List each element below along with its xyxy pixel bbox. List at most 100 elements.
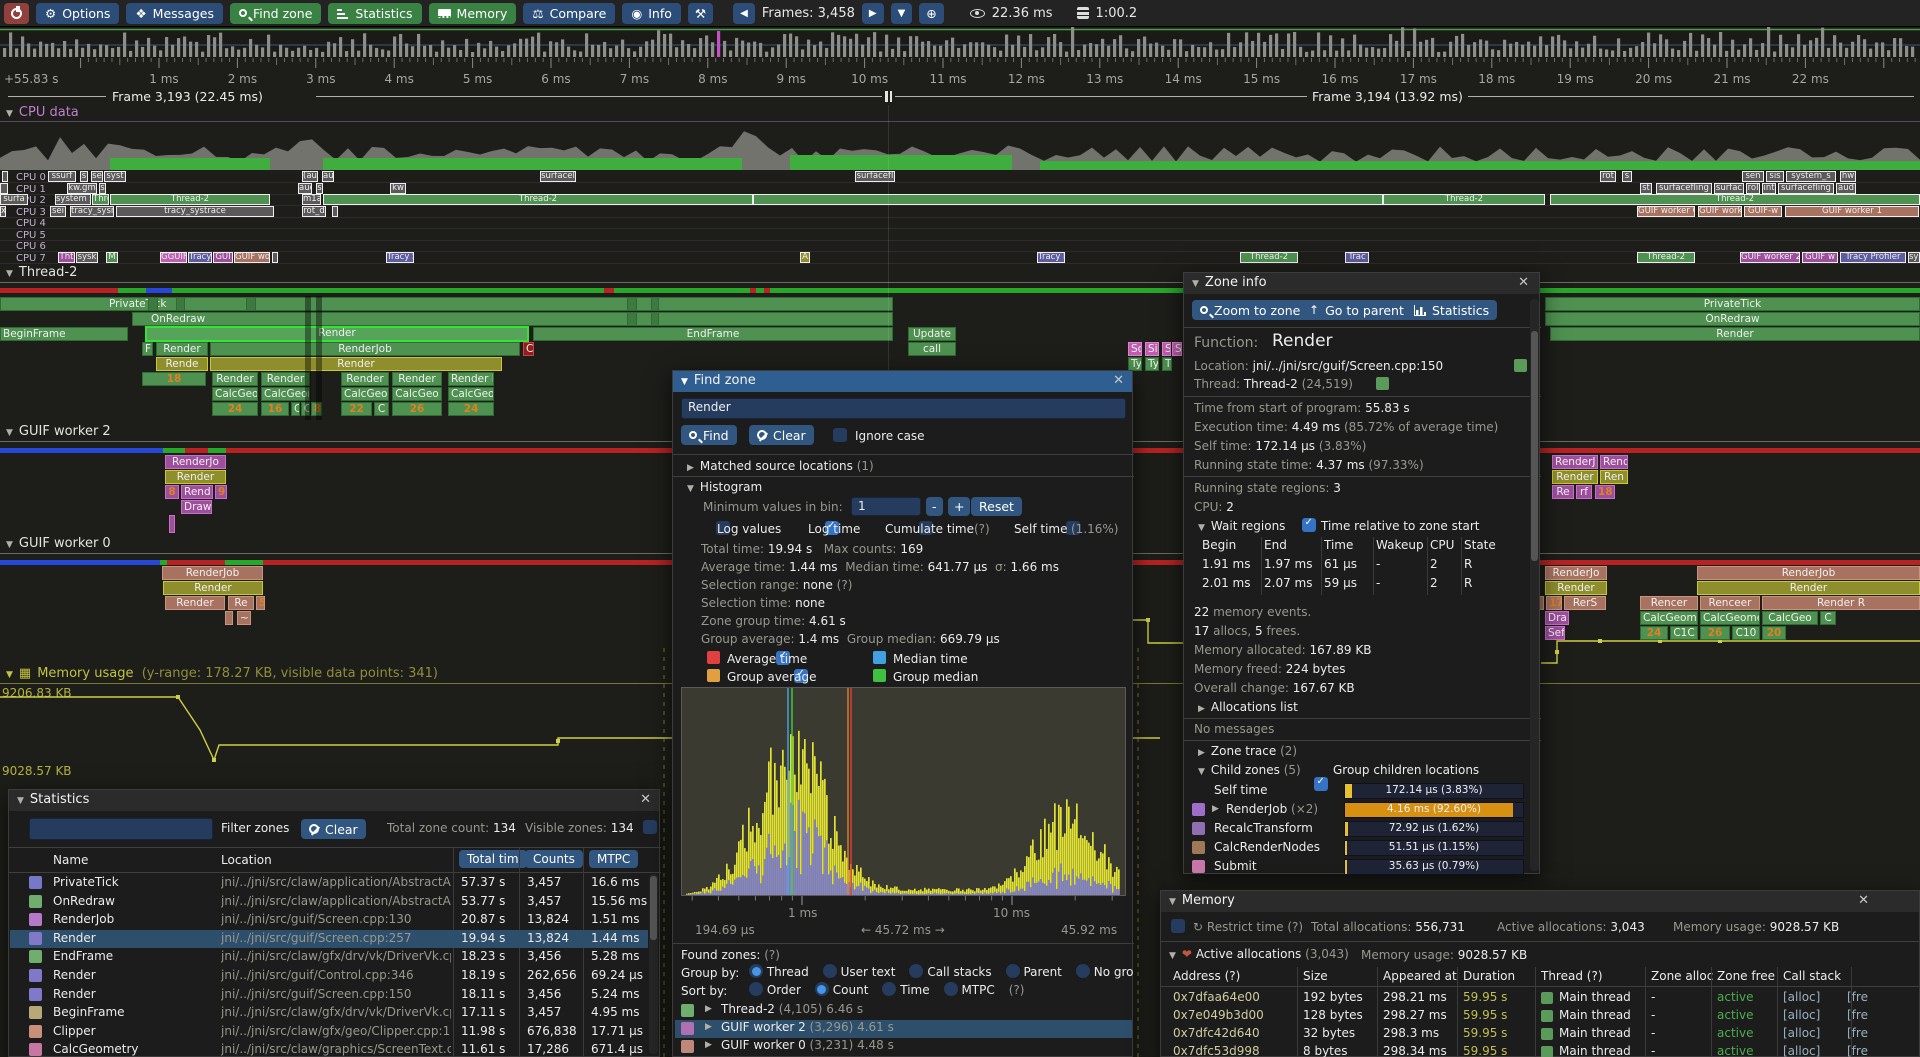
timeline-zone[interactable]: rf — [1576, 485, 1592, 499]
timeline-zone[interactable]: OnRedraw — [1545, 312, 1920, 326]
expand-arrow-icon[interactable]: ▶ — [1212, 804, 1219, 814]
table-row[interactable]: Clipperjni/../jni/src/claw/gfx/geo/Clipp… — [10, 1023, 648, 1041]
timeline-zone[interactable]: C — [523, 342, 534, 356]
timeline-zone[interactable]: Render — [210, 357, 502, 371]
timeline-zone[interactable]: Draw — [181, 500, 212, 514]
allocations-list-toggle[interactable]: ▶Allocations list — [1198, 700, 1298, 714]
memory-titlebar[interactable]: ▼Memory — [1161, 891, 1919, 912]
plus-button[interactable]: + — [948, 497, 970, 516]
timeline-zone[interactable]: C — [1820, 611, 1836, 625]
timeline-zone[interactable]: Render F — [448, 372, 494, 386]
timeline-zone[interactable]: Dra — [1545, 611, 1569, 625]
table-row[interactable]: PrivateTickjni/../jni/src/claw/applicati… — [10, 874, 648, 892]
zone-info-scrollbar[interactable] — [1531, 331, 1538, 561]
timeline-zone[interactable]: Sef — [1545, 626, 1565, 640]
find-button[interactable]: Find — [681, 425, 737, 445]
table-row[interactable]: CalcGeometryjni/../jni/src/claw/graphics… — [10, 1041, 648, 1057]
child-zone-row[interactable]: CalcRenderNodes 51.51 µs (1.15%) — [1184, 839, 1528, 857]
table-row[interactable]: EndFramejni/../jni/src/claw/gfx/drv/vk/D… — [10, 948, 648, 966]
wait-regions-toggle[interactable]: ▼Wait regions — [1198, 519, 1285, 533]
found-zone-group[interactable]: ▶GUIF worker 2 (3,296) 4.61 s — [675, 1020, 1132, 1038]
table-row[interactable]: RenderJobjni/../jni/src/guif/Screen.cpp:… — [10, 911, 648, 929]
timeline-zone[interactable]: Si — [1145, 342, 1159, 356]
timeline-zone[interactable]: CalcGeo — [212, 387, 258, 401]
find-zone-titlebar[interactable]: ▼Find zone — [673, 371, 1132, 392]
close-icon[interactable]: ✕ — [1113, 373, 1124, 388]
timeline-zone[interactable]: Render R — [1762, 596, 1920, 610]
group-by-option[interactable]: Thread — [749, 965, 809, 979]
timeline-zone[interactable]: EndFrame — [533, 327, 893, 341]
table-row[interactable]: BeginFramejni/../jni/src/claw/gfx/drv/vk… — [10, 1004, 648, 1022]
timeline-zone[interactable] — [246, 297, 256, 311]
close-icon[interactable]: ✕ — [1858, 893, 1869, 908]
reset-button[interactable]: Reset — [971, 497, 1022, 516]
col-mtpc[interactable]: MTPC — [589, 850, 638, 868]
timeline-zone[interactable]: Rend — [181, 485, 213, 499]
clear-button[interactable]: Clear — [749, 425, 814, 445]
found-zone-group[interactable]: ▶Thread-2 (4,105) 6.46 s — [675, 1002, 1132, 1020]
timeline-zone[interactable]: S — [1172, 342, 1182, 356]
timeline-zone[interactable]: 9 — [215, 485, 227, 499]
timeline-zone[interactable]: Render — [156, 342, 208, 356]
timeline-zone[interactable]: Render — [392, 372, 442, 386]
find-zone-input[interactable]: Render — [681, 398, 1126, 419]
timeline-zone[interactable]: 16 — [261, 402, 289, 416]
rel-time-checkbox[interactable] — [1302, 518, 1316, 532]
col-name[interactable]: Name — [53, 853, 88, 867]
minus-button[interactable]: - — [926, 497, 943, 516]
timeline-zone[interactable]: C1C — [1670, 626, 1698, 640]
timeline-zone[interactable]: 20 — [1762, 626, 1786, 640]
timeline-zone[interactable]: CalcGeo — [1762, 611, 1818, 625]
expand-arrow-icon[interactable]: ▶ — [705, 1004, 712, 1014]
timeline-zone[interactable]: CalcGeor — [341, 387, 389, 401]
histogram-toggle[interactable]: ▼Histogram — [687, 480, 762, 494]
timeline-zone[interactable]: ~ — [237, 611, 251, 625]
timeline-zone[interactable]: call — [908, 342, 956, 356]
timeline-zone[interactable]: 22 — [341, 402, 372, 416]
timeline-zone[interactable]: Render — [145, 326, 529, 342]
timeline-zone[interactable]: Render — [341, 372, 389, 386]
col-counts[interactable]: Counts — [525, 850, 583, 868]
timeline-zone[interactable]: PrivateTick — [1545, 297, 1920, 311]
timeline-zone[interactable]: BeginFrame — [0, 327, 128, 341]
found-zone-group[interactable]: ▶GUIF worker 0 (3,231) 4.48 s — [675, 1038, 1132, 1056]
timeline-zone[interactable]: RenderJo — [165, 455, 226, 469]
timeline-zone[interactable]: S — [1162, 342, 1171, 356]
min-bin-input[interactable]: 1 — [851, 497, 921, 516]
group-by-option[interactable]: User text — [823, 965, 896, 979]
timeline-zone[interactable]: Render — [1552, 470, 1598, 484]
timeline-zone[interactable]: CalcGeome — [1640, 611, 1698, 625]
active-allocations-toggle[interactable]: ▼❤ Active allocations (3,043) — [1169, 947, 1349, 961]
timeline-zone[interactable]: RerS — [1564, 596, 1606, 610]
child-zones-toggle[interactable]: ▼Child zones (5) — [1198, 763, 1301, 777]
group-by-option[interactable]: No grouping — [1076, 965, 1134, 979]
timeline-zone[interactable]: Rende — [156, 357, 208, 371]
timeline-zone[interactable]: 24 — [1640, 626, 1668, 640]
stats-scrollbar[interactable] — [650, 876, 657, 940]
sort-by-option[interactable]: Time — [882, 983, 929, 997]
timeline-zone[interactable] — [651, 297, 659, 311]
timeline-zone[interactable]: RenderJob — [162, 566, 263, 580]
location-swatch[interactable] — [1514, 359, 1527, 372]
timeline-zone[interactable]: C10 — [1732, 626, 1760, 640]
timeline-zone[interactable]: RenderJob — [210, 342, 520, 356]
timeline-zone[interactable]: Ty — [1145, 357, 1159, 371]
table-row[interactable]: Renderjni/../jni/src/guif/Control.cpp:34… — [10, 967, 648, 985]
table-row[interactable]: 0x7dfc53d9988 bytes298.34 ms59.95 sMain … — [1161, 1044, 1920, 1057]
timeline-zone[interactable]: C — [374, 402, 389, 416]
close-icon[interactable]: ✕ — [640, 792, 651, 807]
child-zone-row[interactable]: ▶RenderJob (×2)4.16 ms (92.60%) — [1184, 801, 1528, 819]
group-by-option[interactable]: Call stacks — [909, 965, 991, 979]
timeline-zone[interactable]: CalcGeome — [261, 387, 310, 401]
timeline-zone[interactable] — [225, 611, 233, 625]
timeline-zone[interactable]: Ty — [1128, 357, 1142, 371]
timeline-zone[interactable]: C — [291, 402, 300, 416]
zone-trace-toggle[interactable]: ▶Zone trace (2) — [1198, 744, 1297, 758]
timeline-zone[interactable]: CalcGeo — [448, 387, 494, 401]
restrict-time-checkbox[interactable] — [1171, 919, 1185, 933]
timeline-zone[interactable]: CalcGeo — [392, 387, 442, 401]
go-to-parent-button[interactable]: ↑Go to parent — [1301, 300, 1412, 320]
timeline-zone[interactable]: T — [1162, 357, 1172, 371]
expand-arrow-icon[interactable]: ▶ — [705, 1040, 712, 1050]
timeline-zone[interactable]: Render — [212, 372, 258, 386]
